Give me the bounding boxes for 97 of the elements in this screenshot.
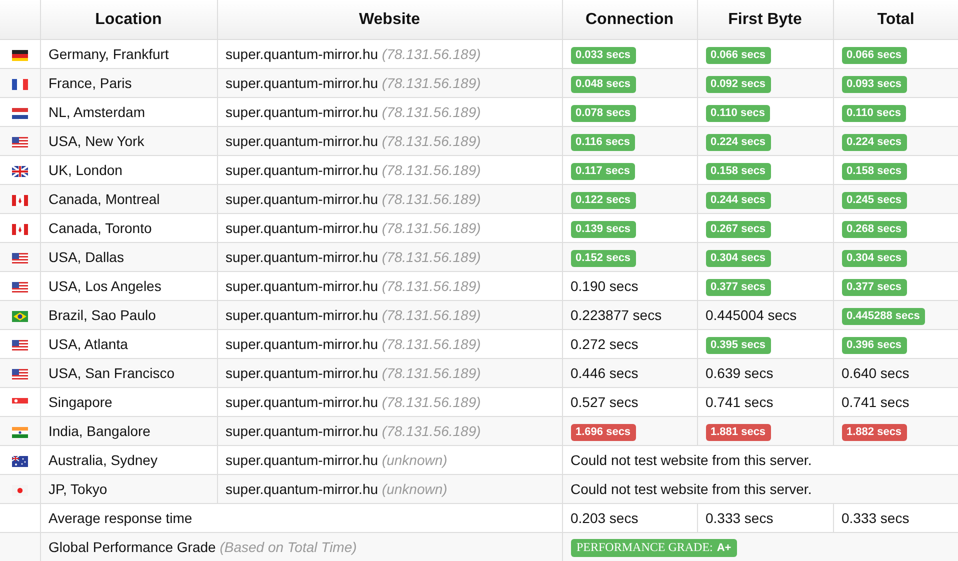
location-cell: USA, San Francisco (40, 358, 217, 388)
ip-text: (78.131.56.189) (382, 46, 481, 62)
ip-text: (78.131.56.189) (382, 307, 481, 323)
ip-text: (unknown) (382, 481, 448, 497)
website-text: super.quantum-mirror.hu (226, 220, 378, 236)
ip-text: (78.131.56.189) (382, 423, 481, 439)
website-text: super.quantum-mirror.hu (226, 394, 378, 410)
time-badge: 0.078 secs (570, 104, 636, 122)
time-badge: 0.245 secs (842, 192, 907, 208)
time-badge: 0.122 secs (570, 192, 636, 208)
column-header: Location (40, 0, 217, 40)
time-badge: 0.066 secs (706, 46, 771, 64)
location-cell: France, Paris (40, 68, 217, 98)
time-badge: 0.244 secs (706, 192, 771, 208)
time-badge: 0.033 secs (570, 46, 636, 64)
website-text: super.quantum-mirror.hu (226, 452, 378, 468)
location-cell: Canada, Montreal (40, 184, 217, 214)
time-badge: 0.116 secs (570, 134, 635, 150)
flag-icon (12, 50, 28, 61)
website-text: super.quantum-mirror.hu (226, 307, 378, 323)
flag-icon (12, 340, 28, 351)
ip-text: (78.131.56.189) (382, 133, 481, 149)
website-text: super.quantum-mirror.hu (226, 191, 378, 207)
time-badge: 0.377 secs (842, 278, 907, 296)
website-text: super.quantum-mirror.hu (226, 278, 378, 294)
time-badge: 0.304 secs (706, 250, 771, 266)
time-badge: 1.881 secs (706, 424, 771, 440)
ip-text: (unknown) (382, 452, 448, 468)
ip-text: (78.131.56.189) (382, 75, 481, 91)
flag-icon (12, 78, 28, 90)
time-badge: 0.445288 secs (842, 308, 925, 324)
website-text: super.quantum-mirror.hu (226, 481, 378, 497)
flag-icon (12, 166, 28, 177)
time-badge: 0.093 secs (842, 76, 907, 92)
column-header: Connection (562, 0, 697, 40)
flag-icon (12, 252, 28, 264)
column-header: Total (833, 0, 958, 40)
time-badge: 0.396 secs (842, 336, 907, 354)
time-badge: 0.267 secs (706, 220, 771, 238)
flag-icon (12, 224, 28, 235)
time-badge: 0.117 secs (570, 162, 635, 180)
website-text: super.quantum-mirror.hu (226, 162, 378, 178)
column-header: Website (217, 0, 562, 40)
location-cell: USA, New York (40, 126, 217, 156)
time-badge: 0.224 secs (706, 134, 771, 150)
flag-icon (12, 368, 28, 380)
time-badge: 0.304 secs (842, 250, 907, 266)
time-badge: 0.066 secs (842, 46, 907, 64)
flag-icon (12, 282, 28, 293)
ip-text: (78.131.56.189) (382, 191, 481, 207)
time-badge: 0.224 secs (842, 134, 907, 150)
flag-icon (12, 426, 28, 438)
website-text: super.quantum-mirror.hu (226, 423, 378, 439)
website-text: super.quantum-mirror.hu (226, 133, 378, 149)
time-cell: 0.446 secs (562, 358, 697, 388)
flag-icon (12, 194, 28, 206)
time-cell: 0.223877 secs (562, 300, 697, 330)
website-text: super.quantum-mirror.hu (226, 336, 378, 352)
website-text: super.quantum-mirror.hu (226, 46, 378, 62)
ip-text: (78.131.56.189) (382, 394, 481, 410)
website-text: super.quantum-mirror.hu (226, 365, 378, 381)
ip-text: (78.131.56.189) (382, 278, 481, 294)
website-text: super.quantum-mirror.hu (226, 249, 378, 265)
ip-text: (78.131.56.189) (382, 336, 481, 352)
time-badge: 1.696 secs (570, 424, 636, 440)
location-cell: USA, Dallas (40, 242, 217, 272)
time-badge: 0.152 secs (570, 250, 636, 266)
ip-text: (78.131.56.189) (382, 249, 481, 265)
time-badge: 0.395 secs (706, 336, 771, 354)
ip-text: (78.131.56.189) (382, 162, 481, 178)
column-header: First Byte (697, 0, 833, 40)
time-badge: 0.158 secs (842, 162, 907, 180)
time-badge: 0.158 secs (706, 162, 771, 180)
time-badge: 0.092 secs (706, 76, 771, 92)
time-badge: 0.110 secs (706, 104, 770, 122)
flag-icon (12, 456, 28, 467)
time-cell: 0.445004 secs (697, 300, 833, 330)
location-cell: India, Bangalore (40, 416, 217, 446)
ip-text: (78.131.56.189) (382, 104, 481, 120)
location-cell: JP, Tokyo (40, 474, 217, 504)
ip-text: (78.131.56.189) (382, 365, 481, 381)
time-badge: 0.268 secs (842, 220, 907, 238)
time-badge: 0.048 secs (570, 76, 636, 92)
website-text: super.quantum-mirror.hu (226, 104, 378, 120)
flag-icon (12, 108, 28, 119)
ip-text: (78.131.56.189) (382, 220, 481, 236)
flag-icon (12, 310, 28, 322)
location-cell: Brazil, Sao Paulo (40, 300, 217, 330)
grade-badge: PERFORMANCE GRADE: A+ (570, 538, 738, 556)
flag-icon (12, 136, 28, 148)
time-cell: 0.639 secs (697, 358, 833, 388)
website-text: super.quantum-mirror.hu (226, 75, 378, 91)
time-badge: 0.110 secs (842, 104, 906, 122)
time-badge: 0.139 secs (570, 220, 636, 238)
flag-icon (12, 484, 28, 496)
time-badge: 0.377 secs (706, 278, 771, 296)
time-badge: 1.882 secs (842, 424, 907, 440)
